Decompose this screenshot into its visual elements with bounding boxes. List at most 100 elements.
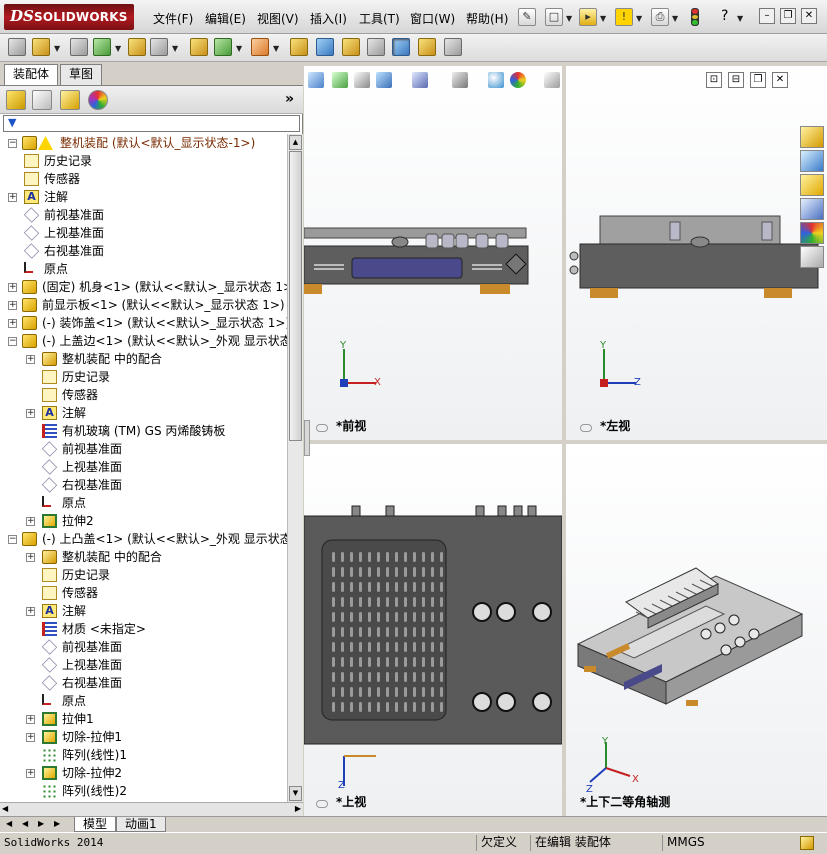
tree-node[interactable]: 右视基准面 xyxy=(0,242,287,260)
tree-node[interactable]: 前视基准面 xyxy=(0,638,287,656)
tree-node[interactable]: 传感器 xyxy=(0,170,287,188)
tab-animation[interactable]: 动画1 xyxy=(116,817,166,832)
expand-toggle-icon[interactable]: + xyxy=(26,715,35,724)
expand-toggle-icon[interactable]: + xyxy=(26,517,35,526)
tree-node[interactable]: + A 注解 xyxy=(0,602,287,620)
rebuild-warning-icon[interactable]: ! xyxy=(615,8,633,26)
viewport-split-icon[interactable]: ⊟ xyxy=(728,72,744,88)
exploded-view-icon[interactable] xyxy=(342,38,360,56)
tree-node[interactable]: + 整机装配 中的配合 xyxy=(0,548,287,566)
tree-node[interactable]: 右视基准面 xyxy=(0,674,287,692)
hide-show-items-icon[interactable] xyxy=(488,72,504,88)
tree-horizontal-scrollbar[interactable]: ◀ ▶ xyxy=(0,802,303,816)
zoom-to-fit-icon[interactable] xyxy=(308,72,324,88)
zoom-area-icon[interactable] xyxy=(332,72,348,88)
tree-node[interactable]: 原点 xyxy=(0,260,287,278)
solidworks-logo[interactable]: DS SOLIDWORKS xyxy=(4,4,134,30)
view-palette-icon[interactable] xyxy=(800,198,824,220)
new-dropdown-icon[interactable]: ▼ xyxy=(566,14,572,23)
pin-icon[interactable]: ✎ xyxy=(518,8,536,26)
tree-node[interactable]: + 整机装配 中的配合 xyxy=(0,350,287,368)
tree-node[interactable]: 上视基准面 xyxy=(0,224,287,242)
scroll-left-arrow-icon[interactable]: ◀ xyxy=(2,804,8,813)
tree-node[interactable]: + 拉伸2 xyxy=(0,512,287,530)
reference-dropdown-icon[interactable]: ▼ xyxy=(273,44,279,53)
tree-node[interactable]: + A 注解 xyxy=(0,404,287,422)
show-hidden-icon[interactable] xyxy=(190,38,208,56)
viewport-tile-icon[interactable]: ❐ xyxy=(750,72,766,88)
tab-model[interactable]: 模型 xyxy=(74,817,117,832)
tree-node[interactable]: 前视基准面 xyxy=(0,206,287,224)
tree-node[interactable]: 上视基准面 xyxy=(0,458,287,476)
tree-node[interactable]: 传感器 xyxy=(0,386,287,404)
viewport-link-icon[interactable] xyxy=(316,424,328,432)
tab-scroll-last-icon[interactable]: ▶ xyxy=(54,819,60,828)
expand-toggle-icon[interactable]: + xyxy=(8,283,17,292)
tree-node[interactable]: 原点 xyxy=(0,692,287,710)
tree-node[interactable]: + 切除-拉伸1 xyxy=(0,728,287,746)
expand-toggle-icon[interactable]: + xyxy=(8,301,17,310)
previous-view-icon[interactable] xyxy=(354,72,370,88)
design-library-icon[interactable] xyxy=(800,150,824,172)
open-icon[interactable]: ▸ xyxy=(579,8,597,26)
take-snapshot-icon[interactable] xyxy=(444,38,462,56)
view-settings-icon[interactable] xyxy=(544,72,560,88)
expand-toggle-icon[interactable]: + xyxy=(8,193,17,202)
scroll-right-arrow-icon[interactable]: ▶ xyxy=(295,804,301,813)
insert-components-icon[interactable] xyxy=(32,38,50,56)
explode-line-sketch-icon[interactable] xyxy=(367,38,385,56)
expand-toggle-icon[interactable]: + xyxy=(26,355,35,364)
tree-node[interactable]: 材质 <未指定> xyxy=(0,620,287,638)
section-view-icon[interactable] xyxy=(376,72,392,88)
tree-node[interactable]: 历史记录 xyxy=(0,368,287,386)
tree-node[interactable]: 原点 xyxy=(0,494,287,512)
menu-help[interactable]: 帮助(H) xyxy=(466,10,508,27)
display-style-icon[interactable] xyxy=(452,72,468,88)
edit-component-icon[interactable] xyxy=(8,38,26,56)
help-question-icon[interactable]: ? xyxy=(721,8,728,24)
viewport-link-icon[interactable] xyxy=(316,800,328,808)
menu-file[interactable]: 文件(F) xyxy=(153,10,193,27)
custom-properties-icon[interactable] xyxy=(800,246,824,268)
tab-sketch[interactable]: 草图 xyxy=(60,64,103,85)
viewport-isometric[interactable]: Y X Z *上下二等角轴测 xyxy=(566,444,827,816)
rebuild-dropdown-icon[interactable]: ▼ xyxy=(636,14,642,23)
tree-node[interactable]: + A 注解 xyxy=(0,188,287,206)
tree-node[interactable]: + 拉伸1 xyxy=(0,710,287,728)
bill-of-materials-icon[interactable] xyxy=(316,38,334,56)
instant-3d-icon[interactable] xyxy=(392,38,410,56)
property-manager-tab-icon[interactable] xyxy=(32,90,52,110)
viewport-link-icon[interactable] xyxy=(580,424,592,432)
collapse-toggle-icon[interactable]: − xyxy=(8,337,17,346)
tree-vertical-scrollbar[interactable]: ▲ ▼ xyxy=(287,134,303,802)
tree-node[interactable]: 传感器 xyxy=(0,584,287,602)
tree-node[interactable]: 右视基准面 xyxy=(0,476,287,494)
scroll-up-arrow-icon[interactable]: ▲ xyxy=(289,135,302,150)
tab-assembly[interactable]: 装配体 xyxy=(4,64,59,85)
tree-node[interactable]: − (-) 上凸盖<1> (默认<<默认>_外观 显示状态> xyxy=(0,530,287,548)
tree-node[interactable]: 历史记录 xyxy=(0,152,287,170)
insert-dropdown-icon[interactable]: ▼ xyxy=(54,44,60,53)
reference-geometry-icon[interactable] xyxy=(251,38,269,56)
menu-tools[interactable]: 工具(T) xyxy=(359,10,400,27)
tree-node[interactable]: + 切除-拉伸2 xyxy=(0,764,287,782)
appearances-icon[interactable] xyxy=(800,222,824,244)
linear-pattern-icon[interactable] xyxy=(93,38,111,56)
tree-node[interactable]: + (-) 装饰盖<1> (默认<<默认>_显示状态 1>) xyxy=(0,314,287,332)
close-icon[interactable]: ✕ xyxy=(801,8,817,24)
tab-scroll-prev-icon[interactable]: ◀ xyxy=(22,819,28,828)
update-speedpak-icon[interactable] xyxy=(418,38,436,56)
menu-edit[interactable]: 编辑(E) xyxy=(205,10,246,27)
pattern-dropdown-icon[interactable]: ▼ xyxy=(115,44,121,53)
collapse-toggle-icon[interactable]: − xyxy=(8,139,17,148)
new-document-icon[interactable]: □ xyxy=(545,8,563,26)
task-pane-home-icon[interactable] xyxy=(800,126,824,148)
expand-toggle-icon[interactable]: + xyxy=(26,733,35,742)
viewport-restore-icon[interactable]: ⊡ xyxy=(706,72,722,88)
restore-icon[interactable]: ❐ xyxy=(780,8,796,24)
help-dropdown-icon[interactable]: ▼ xyxy=(737,14,743,23)
expand-toggle-icon[interactable]: + xyxy=(26,409,35,418)
scroll-down-arrow-icon[interactable]: ▼ xyxy=(289,786,302,801)
expand-toggle-icon[interactable]: + xyxy=(26,607,35,616)
traffic-light-icon[interactable] xyxy=(691,8,699,26)
